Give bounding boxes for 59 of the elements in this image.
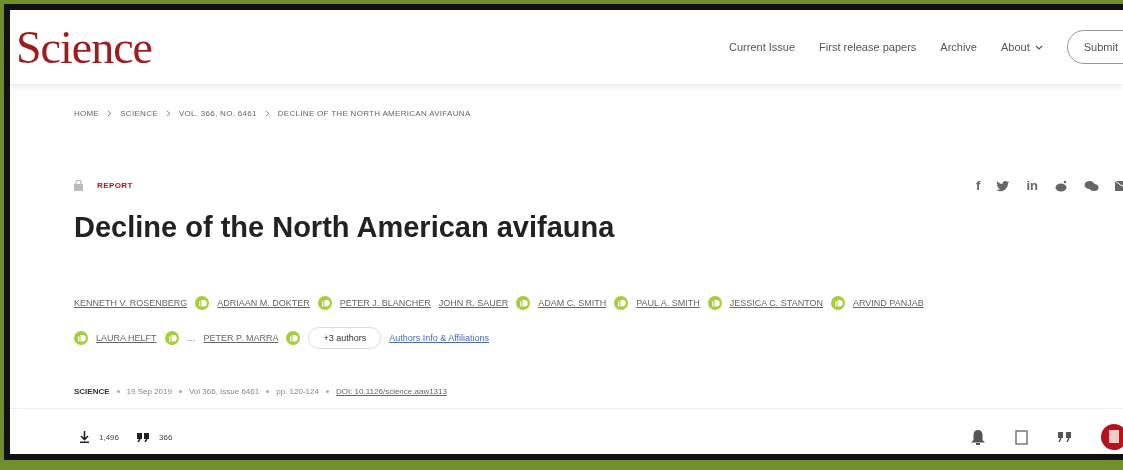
orcid-icon[interactable] — [286, 331, 301, 345]
orcid-icon[interactable] — [164, 331, 179, 345]
orcid-icon[interactable] — [317, 296, 332, 310]
orcid-icon[interactable] — [831, 296, 845, 310]
pdf-icon[interactable] — [1101, 424, 1123, 450]
meta-text: pp. 120-124 — [276, 387, 319, 396]
download-icon — [80, 431, 89, 443]
chat-icon[interactable] — [1084, 179, 1099, 192]
lock-icon — [74, 180, 83, 191]
meta-text: Vol 366, Issue 6461 — [188, 387, 260, 396]
metric-count: 1,496 — [99, 432, 120, 442]
author-link[interactable]: PAUL A. SMITH — [636, 298, 700, 308]
doi-link[interactable]: DOI: 10.1126/science.aaw1313 — [335, 387, 447, 396]
author-link[interactable]: KENNETH V. ROSENBERG — [74, 298, 188, 308]
bird-icon[interactable] — [996, 179, 1011, 192]
share-link[interactable]: in — [1026, 178, 1038, 193]
nav-link[interactable]: Archive — [940, 41, 977, 53]
nav-link[interactable]: First release papers — [819, 41, 917, 53]
chevron-icon — [107, 110, 113, 117]
ellipsis: … — [186, 333, 196, 343]
breadcrumb-link[interactable]: HOME — [74, 109, 100, 118]
separator-dot — [266, 390, 270, 393]
share-link[interactable]: f — [976, 178, 981, 193]
author-link[interactable]: ADAM C. SMITH — [538, 298, 607, 308]
nav-link[interactable]: Current Issue — [729, 41, 796, 53]
breadcrumb-link[interactable]: DECLINE OF THE NORTH AMERICAN AVIFAUNA — [277, 109, 471, 118]
author-link[interactable]: PETER P. MARRA — [203, 333, 279, 343]
separator-dot — [325, 390, 329, 393]
quote-icon[interactable] — [1058, 432, 1071, 442]
science-logo[interactable]: Science — [16, 20, 153, 74]
nav-link[interactable]: About — [1001, 41, 1043, 53]
orcid-icon[interactable] — [516, 296, 531, 310]
author-link[interactable]: JESSICA C. STANTON — [729, 298, 823, 308]
more-authors-button[interactable]: +3 authors — [308, 327, 382, 349]
submit-button[interactable]: Submit — [1066, 30, 1123, 64]
author-link[interactable]: LAURA HELFT — [96, 333, 157, 343]
orcid-icon[interactable] — [614, 296, 629, 310]
quote-icon — [137, 432, 150, 442]
orcid-icon[interactable] — [195, 296, 210, 310]
author-link[interactable]: JOHN R. SAUER — [438, 298, 509, 308]
metric-count: 366 — [159, 432, 173, 442]
square-icon[interactable] — [1015, 429, 1028, 445]
breadcrumb-link[interactable]: SCIENCE — [120, 109, 158, 118]
article-type: REPORT — [97, 181, 133, 190]
orcid-icon[interactable] — [707, 296, 722, 310]
separator-dot — [116, 390, 120, 393]
author-link[interactable]: PETER J. BLANCHER — [339, 298, 431, 308]
chevron-icon — [165, 110, 171, 117]
breadcrumb-link[interactable]: VOL. 366, NO. 6461 — [178, 109, 257, 118]
article-title: Decline of the North American avifauna — [74, 211, 616, 244]
journal-name: SCIENCE — [74, 387, 110, 396]
separator-dot — [178, 390, 182, 393]
bell-icon[interactable] — [971, 429, 985, 445]
authors-info-link[interactable]: Authors Info & Affiliations — [389, 333, 490, 343]
author-link[interactable]: ARVIND PANJAB — [853, 298, 924, 308]
orcid-icon[interactable] — [74, 331, 88, 345]
author-link[interactable]: ADRIAAN M. DOKTER — [217, 298, 310, 308]
meta-text: 19 Sep 2019 — [126, 387, 172, 396]
chevron-icon — [264, 110, 270, 117]
